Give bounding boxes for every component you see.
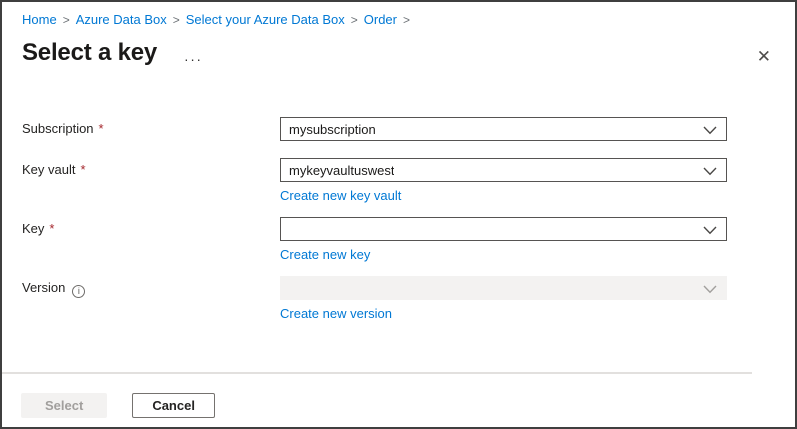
chevron-down-icon — [703, 285, 717, 294]
chevron-down-icon — [703, 126, 717, 135]
breadcrumb-link-select-your-azure-data-box[interactable]: Select your Azure Data Box — [186, 12, 345, 27]
select-key-form: Subscription * mysubscription Key vault * … — [22, 117, 775, 323]
breadcrumb-separator: > — [62, 13, 70, 27]
form-row-key: Key * Create new key — [22, 217, 775, 264]
cancel-button[interactable]: Cancel — [132, 393, 215, 418]
form-row-subscription: Subscription * mysubscription — [22, 117, 775, 141]
required-asterisk: * — [80, 162, 86, 177]
key-label-text: Key — [22, 221, 45, 236]
chevron-down-icon — [703, 167, 717, 176]
breadcrumb-separator: > — [350, 13, 358, 27]
key-vault-value: mykeyvaultuswest — [289, 162, 395, 178]
key-vault-label: Key vault * — [22, 158, 280, 205]
form-row-key-vault: Key vault * mykeyvaultuswest Create new k… — [22, 158, 775, 205]
breadcrumb-link-azure-data-box[interactable]: Azure Data Box — [76, 12, 167, 27]
page-title: Select a key — [22, 39, 158, 66]
required-asterisk: * — [98, 121, 104, 136]
version-dropdown — [280, 276, 727, 300]
required-asterisk: * — [49, 221, 55, 236]
info-icon[interactable]: i — [72, 285, 86, 298]
dialog-header: Select a key ··· — [22, 37, 775, 69]
version-label-text: Version — [22, 280, 66, 295]
select-button: Select — [21, 393, 108, 418]
dialog-footer: Select Cancel — [2, 374, 795, 418]
subscription-dropdown[interactable]: mysubscription — [280, 117, 727, 141]
breadcrumb: Home > Azure Data Box > Select your Azure Da… — [2, 2, 795, 29]
version-label: Version i — [22, 276, 280, 323]
select-a-key-dialog: Home > Azure Data Box > Select your Azure Da… — [0, 0, 797, 429]
breadcrumb-separator: > — [403, 13, 411, 27]
breadcrumb-link-order[interactable]: Order — [364, 12, 397, 27]
more-actions-icon[interactable]: ··· — [184, 52, 203, 66]
key-vault-label-text: Key vault — [22, 162, 76, 177]
subscription-value: mysubscription — [289, 121, 376, 137]
close-icon[interactable]: ✕ — [753, 46, 775, 67]
key-label: Key * — [22, 217, 280, 264]
breadcrumb-link-home[interactable]: Home — [22, 12, 57, 27]
create-new-key-link[interactable]: Create new key — [280, 247, 370, 263]
key-dropdown[interactable] — [280, 217, 727, 241]
chevron-down-icon — [703, 226, 717, 235]
form-row-version: Version i Create new version — [22, 276, 775, 323]
key-vault-dropdown[interactable]: mykeyvaultuswest — [280, 158, 727, 182]
subscription-label: Subscription * — [22, 117, 280, 141]
create-new-version-link[interactable]: Create new version — [280, 306, 392, 322]
breadcrumb-separator: > — [172, 13, 180, 27]
subscription-label-text: Subscription — [22, 121, 94, 136]
create-new-key-vault-link[interactable]: Create new key vault — [280, 188, 401, 204]
